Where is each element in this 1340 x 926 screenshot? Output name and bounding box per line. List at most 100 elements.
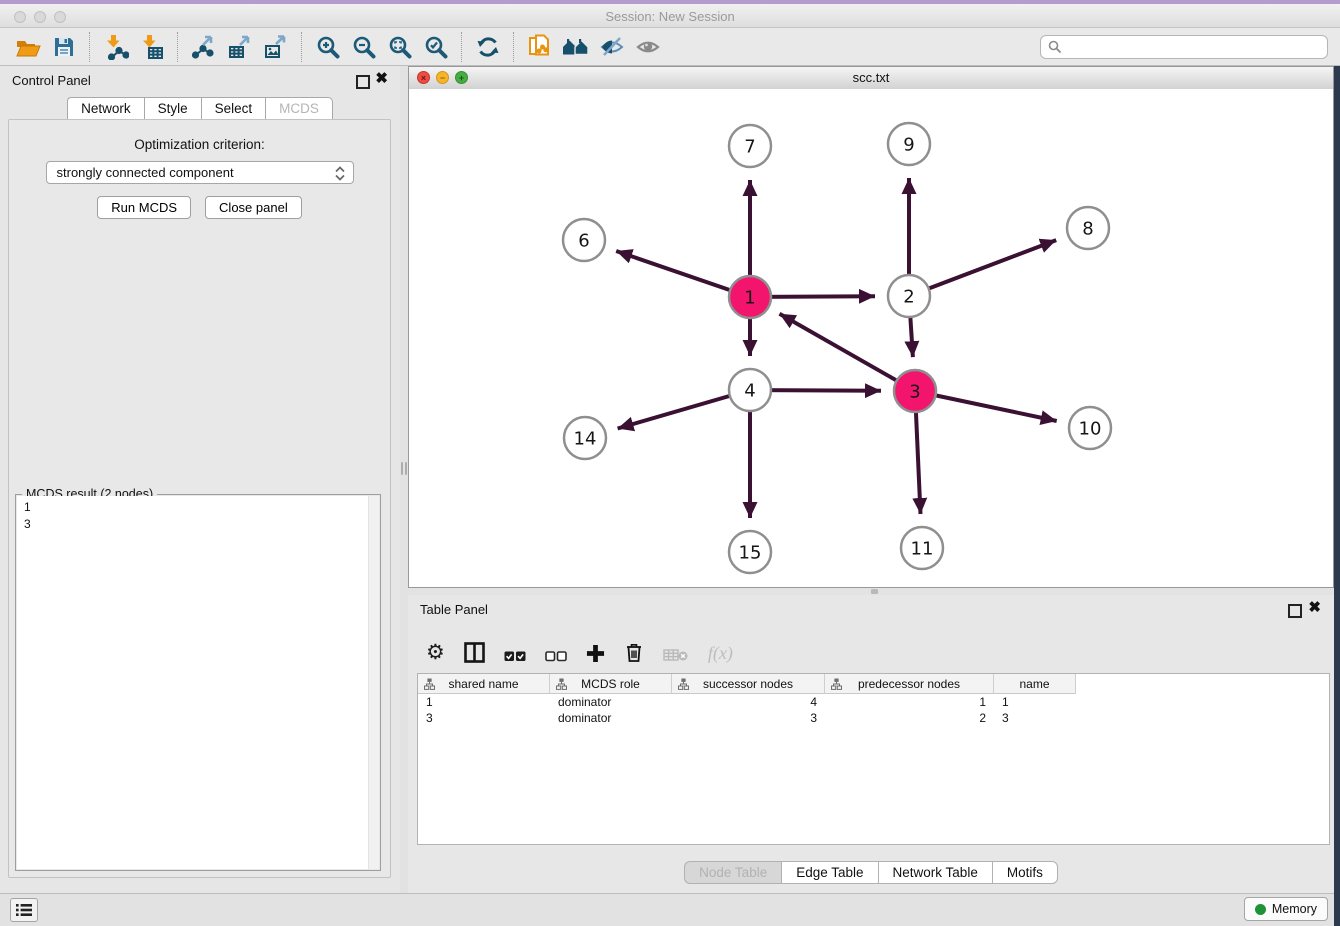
zoom-fit-button[interactable] (382, 32, 418, 62)
node-3[interactable]: 3 (894, 370, 936, 412)
table-row[interactable]: 3 dominator 3 2 3 (418, 710, 1329, 726)
column-header-shared-name[interactable]: shared name (418, 674, 550, 694)
zoom-selected-button[interactable] (418, 32, 454, 62)
import-network-button[interactable] (98, 32, 134, 62)
mcds-result-item: 1 (24, 499, 369, 516)
open-session-button[interactable] (10, 32, 46, 62)
node-10[interactable]: 10 (1069, 407, 1111, 449)
mcds-result-item: 3 (24, 516, 369, 533)
horizontal-splitter[interactable] (408, 588, 1334, 595)
node-1[interactable]: 1 (729, 276, 771, 318)
column-header-successor-nodes[interactable]: successor nodes (672, 674, 825, 694)
cell-name[interactable]: 1 (994, 694, 1076, 710)
columns-icon (464, 642, 485, 663)
import-table-button[interactable] (134, 32, 170, 62)
column-label: name (1019, 677, 1049, 691)
node-14[interactable]: 14 (564, 417, 606, 459)
deselect-all-button[interactable] (545, 649, 567, 663)
clone-network-button[interactable] (522, 32, 558, 62)
search-input[interactable] (1067, 38, 1320, 55)
node-15[interactable]: 15 (729, 531, 771, 573)
node-2[interactable]: 2 (888, 275, 930, 317)
tab-motifs[interactable]: Motifs (992, 861, 1058, 884)
hide-selected-button[interactable] (594, 32, 630, 62)
cell-name[interactable]: 3 (994, 710, 1076, 726)
result-scrollbar[interactable] (368, 496, 379, 869)
close-panel-button[interactable]: Close panel (205, 196, 302, 219)
tab-select[interactable]: Select (201, 97, 266, 120)
save-session-button[interactable] (46, 32, 82, 62)
import-network-icon (103, 34, 129, 60)
show-columns-button[interactable] (464, 642, 485, 663)
search-field[interactable] (1040, 35, 1328, 59)
toolbar-separator (461, 32, 463, 62)
node-4[interactable]: 4 (729, 369, 771, 411)
control-panel-close-icon[interactable]: ✖ (375, 71, 388, 87)
zoom-out-icon (351, 34, 377, 60)
select-all-button[interactable] (504, 649, 526, 663)
delete-column-button[interactable] (624, 642, 644, 663)
zoom-in-button[interactable] (310, 32, 346, 62)
tab-network[interactable]: Network (67, 97, 144, 120)
cell-shared-name[interactable]: 1 (418, 694, 550, 710)
export-network-button[interactable] (186, 32, 222, 62)
control-panel-float-icon[interactable] (356, 75, 370, 89)
first-neighbors-button[interactable] (558, 32, 594, 62)
tab-network-table[interactable]: Network Table (878, 861, 992, 884)
zoom-in-icon (315, 34, 341, 60)
table-settings-button[interactable]: ⚙ (426, 641, 445, 663)
tab-node-table[interactable]: Node Table (684, 861, 781, 884)
edge-3-1[interactable] (780, 314, 916, 391)
node-7[interactable]: 7 (729, 125, 771, 167)
column-header-name[interactable]: name (994, 674, 1076, 694)
tab-edge-table[interactable]: Edge Table (781, 861, 877, 884)
delete-table-button[interactable] (663, 647, 689, 663)
network-canvas[interactable]: 1 2 3 4 6 7 8 9 10 (409, 89, 1333, 587)
window-titlebar: Session: New Session (0, 0, 1340, 28)
criterion-dropdown[interactable]: strongly connected component (46, 161, 354, 184)
network-minimize-button[interactable]: − (436, 71, 449, 84)
column-header-predecessor-nodes[interactable]: predecessor nodes (825, 674, 994, 694)
table-panel-close-icon[interactable]: ✖ (1308, 600, 1321, 616)
show-graphics-details-button[interactable] (630, 32, 666, 62)
memory-status-icon (1255, 904, 1266, 915)
cell-shared-name[interactable]: 3 (418, 710, 550, 726)
cell-successor-nodes[interactable]: 3 (672, 710, 825, 726)
run-mcds-button[interactable]: Run MCDS (97, 196, 191, 219)
table-panel-float-icon[interactable] (1288, 604, 1302, 618)
export-image-button[interactable] (258, 32, 294, 62)
node-label: 4 (744, 380, 755, 401)
cell-mcds-role[interactable]: dominator (550, 694, 672, 710)
network-graph[interactable]: 1 2 3 4 6 7 8 9 10 (409, 89, 1333, 587)
table-row[interactable]: 1 dominator 4 1 1 (418, 694, 1329, 710)
table-tabs: Node Table Edge Table Network Table Moti… (408, 861, 1334, 884)
cell-successor-nodes[interactable]: 4 (672, 694, 825, 710)
node-8[interactable]: 8 (1067, 207, 1109, 249)
network-maximize-button[interactable]: + (455, 71, 468, 84)
tab-mcds[interactable]: MCDS (265, 97, 333, 120)
node-6[interactable]: 6 (563, 219, 605, 261)
refresh-layout-button[interactable] (470, 32, 506, 62)
export-table-button[interactable] (222, 32, 258, 62)
cell-predecessor-nodes[interactable]: 2 (825, 710, 994, 726)
node-label: 10 (1079, 418, 1102, 439)
node-9[interactable]: 9 (888, 123, 930, 165)
node-11[interactable]: 11 (901, 527, 943, 569)
edge-2-8[interactable] (909, 240, 1056, 296)
function-builder-button[interactable]: f(x) (708, 643, 733, 663)
cell-mcds-role[interactable]: dominator (550, 710, 672, 726)
zoom-out-button[interactable] (346, 32, 382, 62)
mcds-result-list[interactable]: 1 3 (17, 496, 369, 869)
cell-filler (1076, 694, 1329, 710)
create-column-button[interactable] (586, 644, 605, 663)
automation-panel-button[interactable] (10, 898, 38, 922)
network-window-titlebar[interactable]: × − + scc.txt (409, 67, 1333, 90)
toolbar-separator (301, 32, 303, 62)
memory-button[interactable]: Memory (1244, 897, 1328, 921)
desktop-edge-strip (0, 0, 1340, 4)
column-header-mcds-role[interactable]: MCDS role (550, 674, 672, 694)
network-close-button[interactable]: × (417, 71, 430, 84)
cell-predecessor-nodes[interactable]: 1 (825, 694, 994, 710)
tab-style[interactable]: Style (144, 97, 201, 120)
vertical-splitter[interactable] (400, 66, 408, 893)
